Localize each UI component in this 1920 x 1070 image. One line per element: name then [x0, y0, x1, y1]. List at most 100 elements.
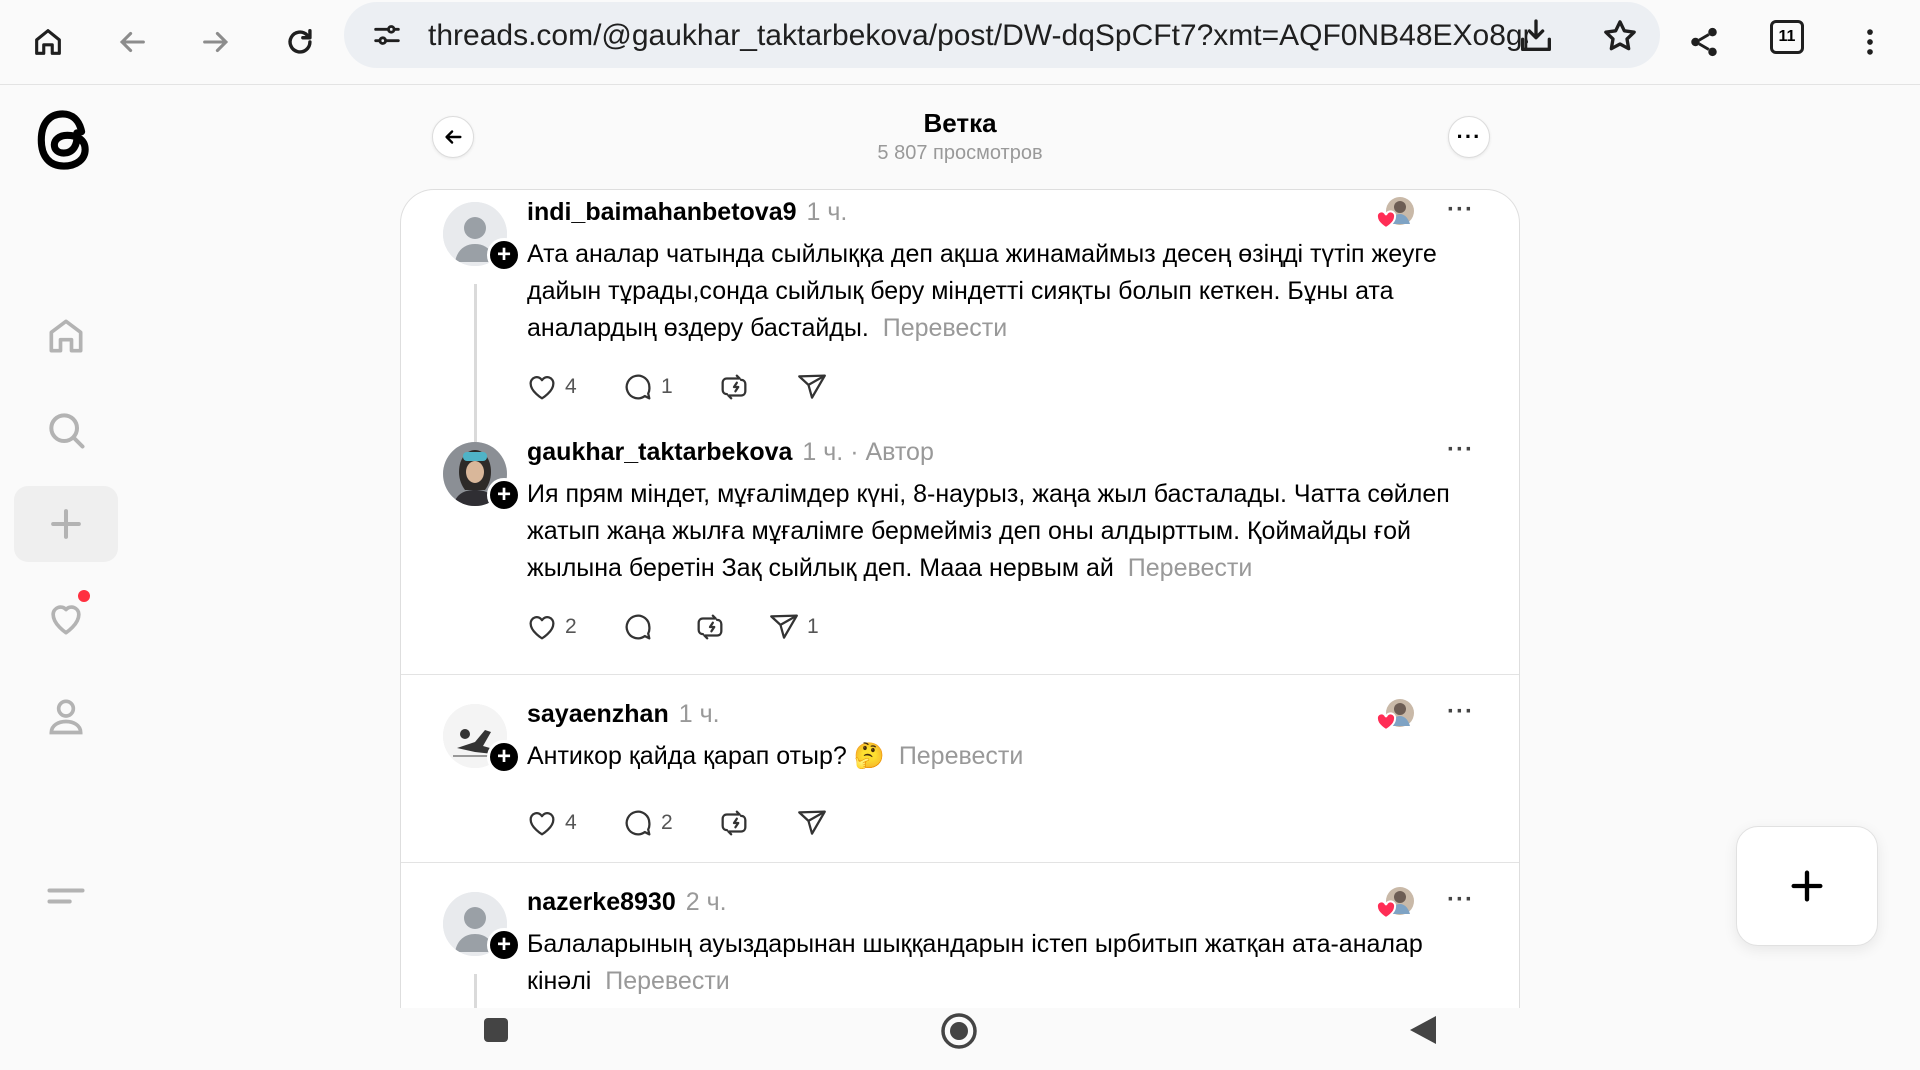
share-icon[interactable]	[1676, 14, 1732, 70]
heart-icon	[51, 605, 81, 635]
repost-icon	[697, 614, 723, 640]
divider	[401, 862, 1519, 863]
plus-icon	[51, 509, 81, 539]
nav-search[interactable]	[14, 392, 118, 468]
like-count: 4	[565, 811, 577, 834]
translate-link[interactable]: Перевести	[1128, 554, 1253, 582]
liked-by-author-icon	[1376, 197, 1414, 230]
plus-icon	[1791, 870, 1823, 902]
like-button[interactable]: 4	[525, 370, 577, 404]
share-count: 1	[807, 615, 819, 638]
post-header: gaukhar_taktarbekova 1 ч. · Автор	[527, 438, 934, 467]
reply-button[interactable]: 1	[621, 370, 673, 404]
star-icon[interactable]	[1600, 16, 1640, 56]
page-title: Ветка	[923, 108, 997, 138]
address-bar[interactable]: threads.com/@gaukhar_taktarbekova/post/D…	[344, 2, 1660, 68]
post-time: 1 ч.	[802, 438, 844, 466]
translate-link[interactable]: Перевести	[883, 314, 1008, 342]
translate-link[interactable]: Перевести	[899, 742, 1024, 770]
comment-icon	[625, 614, 651, 640]
home-circle-icon[interactable]	[940, 1012, 978, 1050]
menu-lines-icon	[47, 888, 85, 904]
forward-icon[interactable]	[188, 14, 244, 70]
menu-icon[interactable]	[1842, 14, 1898, 70]
send-icon	[770, 614, 798, 639]
username[interactable]: gaukhar_taktarbekova	[527, 438, 792, 466]
like-count: 2	[565, 615, 577, 638]
compose-button[interactable]	[1736, 826, 1878, 946]
recents-icon[interactable]	[482, 1016, 510, 1044]
follow-plus-icon[interactable]: +	[487, 478, 521, 512]
post-body: Антикор қайда қарап отыр? 🤔 Перевести	[527, 738, 1487, 775]
divider	[401, 674, 1519, 675]
post-time: 2 ч.	[685, 888, 727, 916]
repost-button[interactable]	[717, 370, 751, 404]
reply-count: 1	[661, 375, 673, 398]
post-header: nazerke8930 2 ч.	[527, 888, 727, 917]
repost-icon	[721, 810, 747, 836]
heart-icon	[529, 812, 555, 836]
search-icon	[49, 413, 85, 449]
share-button[interactable]	[795, 806, 829, 840]
thread-more-button[interactable]: ···	[1448, 116, 1490, 158]
site-settings-icon[interactable]	[370, 18, 404, 52]
back-triangle-icon[interactable]	[1408, 1014, 1438, 1046]
post-more-button[interactable]: ···	[1447, 886, 1474, 914]
post-time: 1 ч.	[806, 198, 848, 226]
home-icon[interactable]	[20, 14, 76, 70]
download-icon[interactable]	[1516, 16, 1556, 56]
url-text[interactable]: threads.com/@gaukhar_taktarbekova/post/D…	[428, 19, 1528, 53]
nav-profile[interactable]	[14, 678, 118, 754]
post-text: Антикор қайда қарап отыр? 🤔	[527, 742, 885, 770]
follow-plus-icon[interactable]: +	[487, 928, 521, 962]
post-body: Ия прям міндет, мұғалімдер күні, 8-науры…	[527, 476, 1487, 587]
notification-dot	[78, 590, 90, 602]
username[interactable]: nazerke8930	[527, 888, 676, 916]
post-more-button[interactable]: ···	[1447, 196, 1474, 224]
repost-button[interactable]	[717, 806, 751, 840]
like-button[interactable]: 2	[525, 610, 577, 644]
profile-icon	[49, 699, 83, 735]
post-time: 1 ч.	[678, 700, 720, 728]
back-icon[interactable]	[104, 14, 160, 70]
nav-home[interactable]	[14, 298, 118, 374]
system-navigation-bar	[0, 1008, 1920, 1070]
reload-icon[interactable]	[272, 14, 328, 70]
translate-link[interactable]: Перевести	[605, 967, 730, 995]
username[interactable]: sayaenzhan	[527, 700, 669, 728]
share-button[interactable]	[795, 370, 829, 404]
thread-card: + indi_baimahanbetova9 1 ч. ··· Ата анала…	[400, 189, 1520, 1020]
send-icon	[798, 810, 826, 835]
nav-menu[interactable]	[14, 858, 118, 934]
nav-activity[interactable]	[14, 580, 118, 656]
comment-icon	[625, 810, 651, 836]
heart-icon	[529, 616, 555, 640]
post-body: Ата аналар чатында сыйлыққа деп ақша жин…	[527, 236, 1487, 347]
follow-plus-icon[interactable]: +	[487, 740, 521, 774]
like-button[interactable]: 4	[525, 806, 577, 840]
repost-button[interactable]	[693, 610, 727, 644]
liked-by-author-icon	[1376, 887, 1414, 920]
tabs-icon[interactable]: 11	[1770, 20, 1804, 54]
send-icon	[798, 374, 826, 399]
post-body: Балаларының ауыздарынан шыққандарын істе…	[527, 926, 1487, 1000]
home-icon	[49, 319, 83, 353]
share-button[interactable]: 1	[767, 610, 819, 644]
post-header: sayaenzhan 1 ч.	[527, 700, 720, 729]
comment-icon	[625, 374, 651, 400]
username[interactable]: indi_baimahanbetova9	[527, 198, 797, 226]
follow-plus-icon[interactable]: +	[487, 238, 521, 272]
nav-create[interactable]	[14, 486, 118, 562]
reply-button[interactable]	[621, 610, 661, 644]
reply-count: 2	[661, 811, 673, 834]
browser-toolbar: threads.com/@gaukhar_taktarbekova/post/D…	[0, 0, 1920, 85]
author-label: · Автор	[850, 438, 934, 466]
like-count: 4	[565, 375, 577, 398]
view-count: 5 807 просмотров	[877, 142, 1043, 164]
post-text: Ия прям міндет, мұғалімдер күні, 8-науры…	[527, 480, 1450, 582]
liked-by-author-icon	[1376, 699, 1414, 732]
post-more-button[interactable]: ···	[1447, 436, 1474, 464]
reply-button[interactable]: 2	[621, 806, 673, 840]
post-more-button[interactable]: ···	[1447, 698, 1474, 726]
post-header: indi_baimahanbetova9 1 ч.	[527, 198, 847, 227]
